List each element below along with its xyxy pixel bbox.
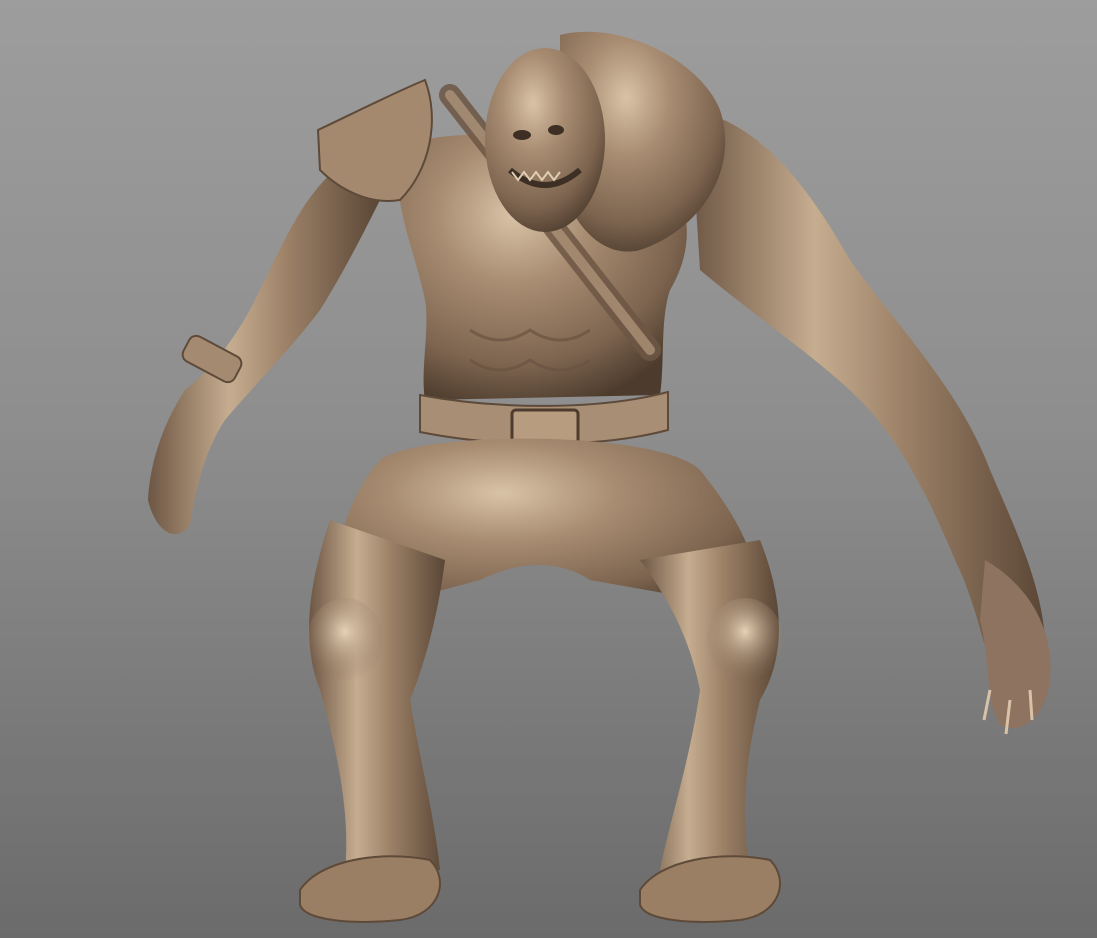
- sculpt-render: [148, 31, 1051, 923]
- right-leg: [639, 540, 783, 923]
- viewport-3d[interactable]: [0, 0, 1097, 938]
- head: [485, 48, 605, 232]
- shoulder-pad: [316, 78, 433, 202]
- left-leg: [299, 520, 445, 923]
- left-arm: [148, 170, 380, 535]
